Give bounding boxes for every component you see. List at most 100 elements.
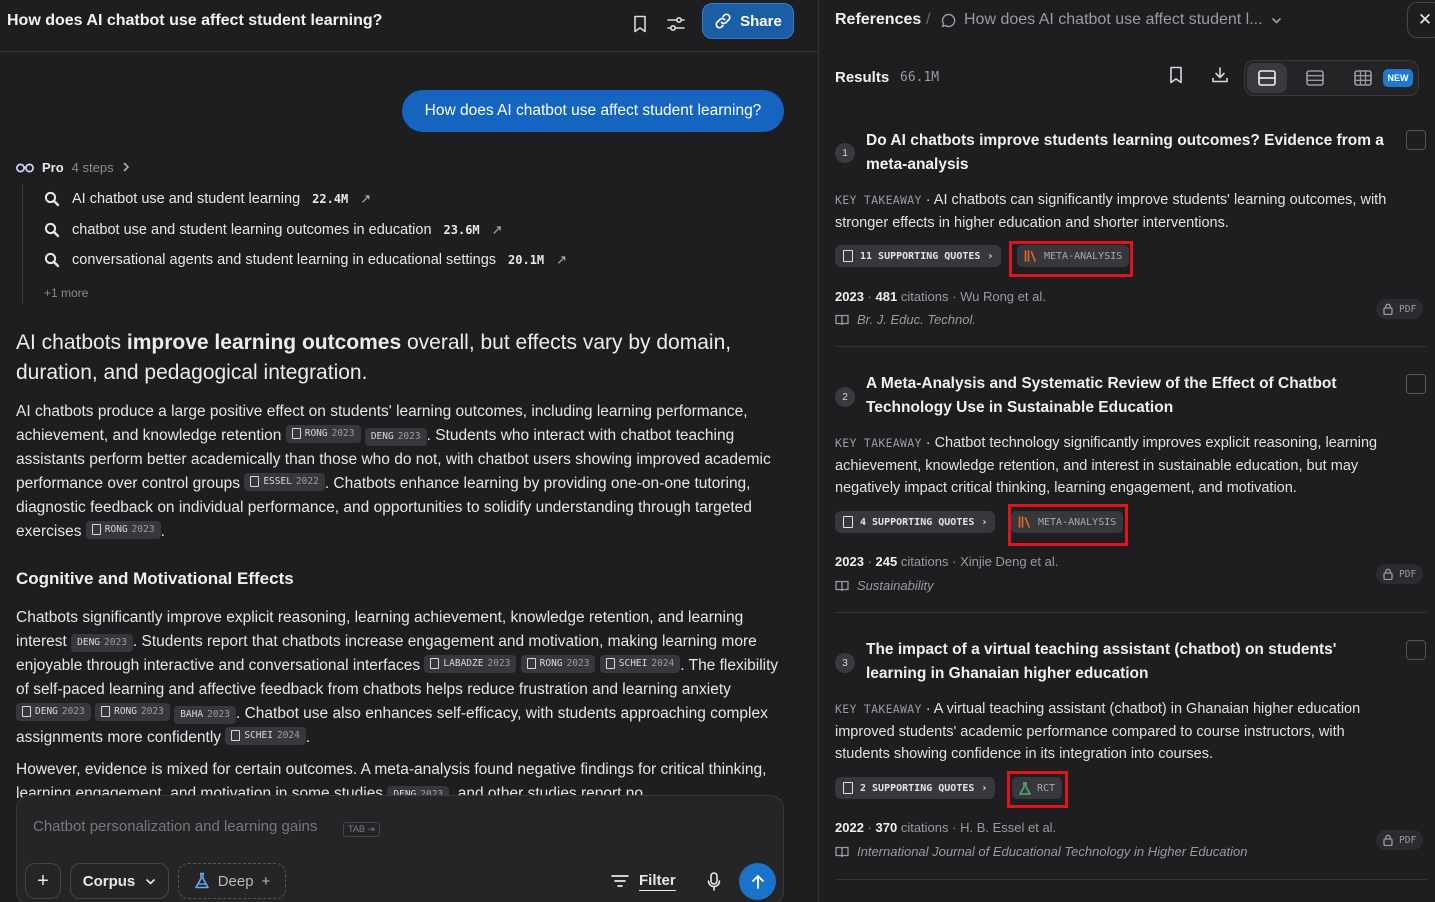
reference-separator bbox=[835, 346, 1427, 347]
external-arrow-icon[interactable]: ↗ bbox=[492, 222, 503, 238]
lock-icon bbox=[1383, 568, 1393, 580]
search-step-count: 20.1M bbox=[508, 253, 545, 267]
reference-title[interactable]: Do AI chatbots improve students learning… bbox=[866, 129, 1396, 177]
share-button[interactable]: Share bbox=[702, 3, 794, 39]
citation-chip[interactable]: RONG 2023 bbox=[85, 520, 161, 539]
reference-checkbox[interactable] bbox=[1406, 374, 1426, 394]
reference-number: 1 bbox=[835, 143, 855, 163]
results-label: Results bbox=[835, 69, 890, 86]
quote-icon bbox=[231, 730, 241, 741]
external-arrow-icon[interactable]: ↗ bbox=[360, 191, 371, 207]
plus-icon: + bbox=[261, 872, 271, 890]
send-button[interactable] bbox=[739, 863, 776, 900]
chat-pane: How does AI chatbot use affect student l… bbox=[0, 0, 818, 902]
title-edit-dot-icon: · bbox=[375, 10, 379, 21]
search-step-3[interactable]: conversational agents and student learni… bbox=[44, 250, 567, 270]
citation-chip[interactable]: RONG 2023 bbox=[520, 654, 596, 673]
bookmark-icon[interactable] bbox=[626, 10, 654, 38]
reference-checkbox[interactable] bbox=[1406, 640, 1426, 660]
composer-input[interactable] bbox=[33, 818, 633, 835]
quote-icon bbox=[22, 706, 31, 717]
link-icon bbox=[715, 13, 731, 29]
citation-chip[interactable]: DENG2023 bbox=[364, 428, 427, 446]
chevron-down-icon bbox=[1271, 17, 1281, 24]
app-window: How does AI chatbot use affect student l… bbox=[0, 0, 1435, 902]
quote-icon bbox=[843, 782, 853, 794]
card-view-icon[interactable] bbox=[1247, 63, 1287, 93]
book-icon bbox=[835, 846, 849, 857]
search-step-2[interactable]: chatbot use and student learning outcome… bbox=[44, 220, 503, 240]
reference-takeaway: KEY TAKEAWAY · AI chatbots can significa… bbox=[835, 192, 1387, 231]
citation-chip[interactable]: DENG2023 bbox=[71, 634, 133, 652]
filter-icon bbox=[611, 875, 629, 887]
pdf-link[interactable]: PDF bbox=[1376, 830, 1424, 850]
filter-button[interactable]: Filter bbox=[611, 868, 676, 894]
list-view-icon[interactable] bbox=[1295, 63, 1335, 93]
external-arrow-icon[interactable]: ↗ bbox=[556, 252, 567, 268]
citation-chip[interactable]: LABADZE 2023 bbox=[424, 654, 517, 673]
quote-icon bbox=[91, 524, 101, 535]
references-header: References / How does AI chatbot use aff… bbox=[819, 0, 1435, 42]
pdf-link[interactable]: PDF bbox=[1376, 564, 1424, 584]
supporting-quotes-chip[interactable]: 11 SUPPORTING QUOTES › bbox=[835, 245, 1002, 267]
highlight-box bbox=[1009, 241, 1133, 277]
breadcrumb-text: How does AI chatbot use affect student l… bbox=[964, 11, 1263, 28]
deep-label: Deep bbox=[217, 872, 254, 890]
book-icon bbox=[835, 580, 849, 591]
search-icon bbox=[44, 252, 62, 268]
citation-chip[interactable]: RONG 2023 bbox=[285, 424, 361, 443]
deep-mode-button[interactable]: Deep + bbox=[178, 863, 286, 899]
quote-icon bbox=[291, 428, 301, 439]
reference-separator bbox=[835, 612, 1427, 613]
quote-icon bbox=[430, 658, 440, 669]
reference-journal: Br. J. Educ. Technol. bbox=[835, 312, 976, 327]
close-button[interactable]: ✕ bbox=[1407, 2, 1435, 38]
answer-paragraph-1: AI chatbots produce a large positive eff… bbox=[16, 403, 771, 540]
citation-chip[interactable]: RONG 2023 bbox=[95, 702, 170, 721]
book-icon bbox=[835, 314, 849, 325]
answer-paragraph-2: Chatbots significantly improve explicit … bbox=[16, 609, 779, 746]
breadcrumb-thread[interactable]: How does AI chatbot use affect student l… bbox=[941, 11, 1282, 29]
citation-chip[interactable]: DENG2023 bbox=[16, 702, 91, 721]
user-query-bubble: How does AI chatbot use affect student l… bbox=[402, 90, 784, 132]
filter-label: Filter bbox=[639, 871, 676, 891]
search-step-1[interactable]: AI chatbot use and student learning 22.4… bbox=[44, 189, 371, 209]
breadcrumb-separator: / bbox=[926, 11, 931, 28]
more-steps-link[interactable]: +1 more bbox=[44, 286, 88, 300]
thread-title[interactable]: How does AI chatbot use affect student l… bbox=[7, 12, 382, 30]
citation-chip[interactable]: SCHEI 2024 bbox=[225, 726, 306, 745]
section-heading: Cognitive and Motivational Effects bbox=[16, 569, 294, 588]
pro-steps-toggle[interactable]: Pro 4 steps bbox=[16, 158, 130, 176]
citation-chip[interactable]: ESSEL 2022 bbox=[244, 472, 325, 491]
reference-checkbox[interactable] bbox=[1406, 130, 1426, 150]
highlight-box bbox=[1007, 771, 1068, 808]
close-icon: ✕ bbox=[1417, 10, 1433, 29]
download-icon[interactable] bbox=[1211, 66, 1229, 89]
supporting-quotes-chip[interactable]: 4 SUPPORTING QUOTES › bbox=[835, 511, 996, 533]
table-view-icon[interactable] bbox=[1343, 63, 1383, 93]
arrow-up-icon bbox=[751, 874, 764, 889]
chat-bubble-icon bbox=[941, 13, 956, 27]
search-step-count: 22.4M bbox=[312, 192, 349, 206]
quote-icon bbox=[605, 658, 615, 669]
search-step-text: chatbot use and student learning outcome… bbox=[72, 222, 432, 238]
chevron-down-icon bbox=[146, 878, 156, 885]
reference-number: 3 bbox=[835, 653, 855, 673]
settings-sliders-icon[interactable] bbox=[662, 10, 690, 38]
microphone-button[interactable] bbox=[701, 868, 727, 894]
citation-chip[interactable]: SCHEI 2024 bbox=[599, 654, 681, 673]
supporting-quotes-chip[interactable]: 2 SUPPORTING QUOTES › bbox=[835, 777, 996, 799]
citation-chip[interactable]: BAHA 2023 bbox=[174, 706, 236, 724]
microphone-icon bbox=[707, 871, 721, 891]
reference-title[interactable]: A Meta-Analysis and Systematic Review of… bbox=[866, 372, 1396, 420]
references-pane: References / How does AI chatbot use aff… bbox=[819, 0, 1435, 902]
corpus-dropdown[interactable]: Corpus bbox=[70, 863, 169, 899]
reference-meta: 2022 · 370 citations · H. B. Essel et al… bbox=[835, 820, 1057, 835]
pdf-link[interactable]: PDF bbox=[1376, 299, 1424, 319]
reference-title[interactable]: The impact of a virtual teaching assista… bbox=[866, 638, 1396, 686]
quote-icon bbox=[843, 250, 853, 262]
bookmark-icon[interactable] bbox=[1168, 66, 1184, 89]
reference-number: 2 bbox=[835, 387, 855, 407]
references-title: References bbox=[835, 11, 922, 28]
add-attachment-button[interactable]: + bbox=[25, 863, 61, 899]
